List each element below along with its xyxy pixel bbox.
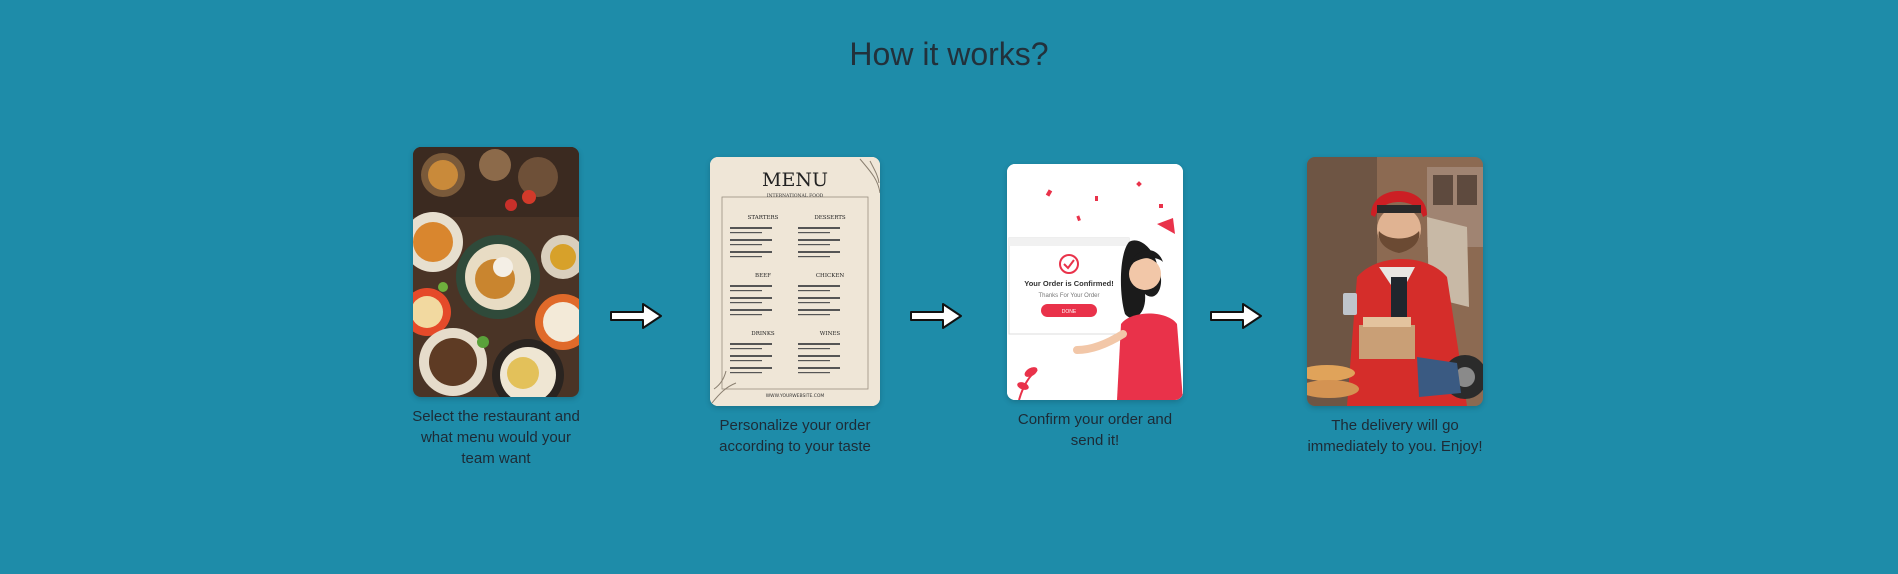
- step-personalize-order: MENU INTERNATIONAL FOOD STARTERS DESSERT…: [701, 157, 889, 457]
- menu-image: MENU INTERNATIONAL FOOD STARTERS DESSERT…: [710, 157, 880, 406]
- menu-heading: MENU: [762, 169, 828, 191]
- restaurant-food-image: [413, 147, 579, 397]
- menu-footer: WWW.YOURWEBSITE.COM: [766, 393, 825, 399]
- step-select-restaurant-caption: Select the restaurant and what menu woul…: [412, 408, 580, 467]
- menu-section: DESSERTS: [814, 215, 846, 221]
- arrow-right-icon: [1209, 301, 1263, 331]
- section-title: How it works?: [849, 36, 1049, 72]
- step-confirm-order: Your Order is Confirmed! Thanks For Your…: [998, 164, 1192, 451]
- step-select-restaurant: Select the restaurant and what menu woul…: [403, 147, 589, 469]
- step-delivery-caption: The delivery will go immediately to you.…: [1307, 417, 1483, 455]
- step-confirm-order-caption: Confirm your order and send it!: [1017, 411, 1173, 449]
- confirmation-headline: Your Order is Confirmed!: [1024, 279, 1113, 288]
- menu-section: BEEF: [755, 273, 771, 279]
- svg-text:DONE: DONE: [1062, 309, 1077, 315]
- step-delivery: The delivery will go immediately to you.…: [1300, 157, 1490, 457]
- confirmation-subline: Thanks For Your Order: [1038, 293, 1099, 299]
- arrow-right-icon: [609, 301, 663, 331]
- delivery-courier-image: [1307, 157, 1483, 406]
- step-personalize-order-caption: Personalize your order according to your…: [719, 417, 871, 455]
- menu-section: CHICKEN: [816, 273, 845, 279]
- menu-section: STARTERS: [748, 215, 779, 221]
- menu-subheading: INTERNATIONAL FOOD: [767, 193, 824, 199]
- menu-section: WINES: [820, 331, 841, 337]
- menu-section: DRINKS: [751, 331, 775, 337]
- arrow-right-icon: [909, 301, 963, 331]
- order-confirmed-image: Your Order is Confirmed! Thanks For Your…: [1007, 164, 1183, 400]
